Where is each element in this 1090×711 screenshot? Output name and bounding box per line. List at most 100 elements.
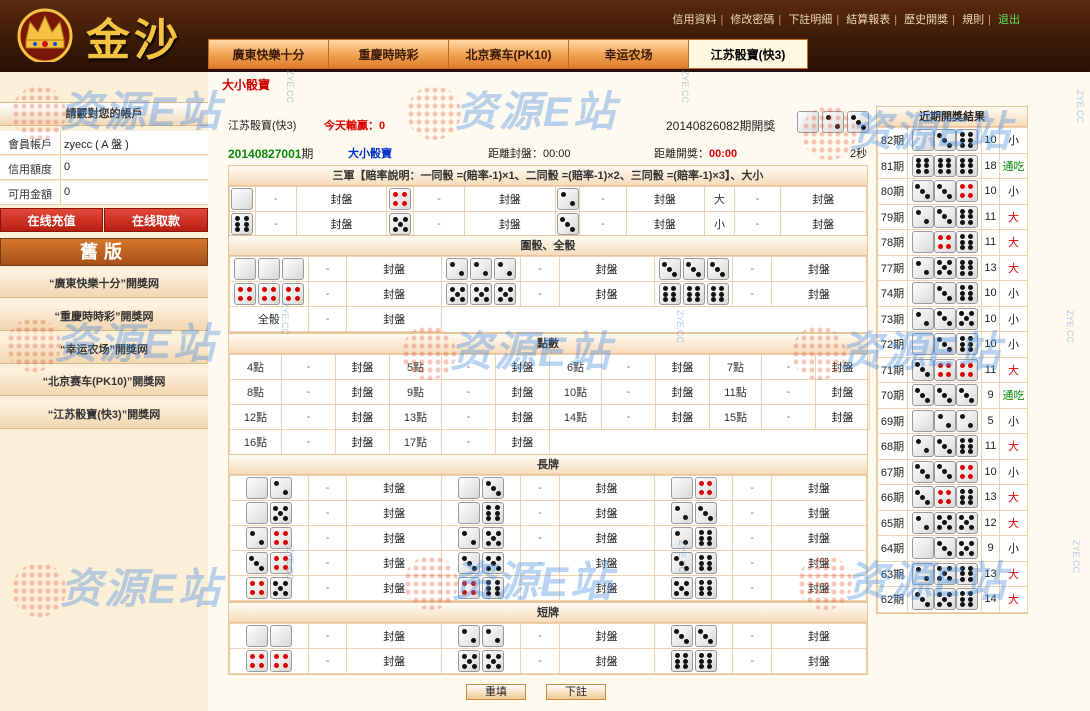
tab-cq-ssc[interactable]: 重慶時時彩 <box>328 39 449 69</box>
bet-status-closed[interactable]: 封盤 <box>779 211 868 237</box>
dice-three-icon <box>658 258 681 280</box>
bet-status-closed[interactable]: 封盤 <box>346 500 443 526</box>
sidebar-link-lucky-farm[interactable]: “幸运农场”開獎网 <box>0 336 208 364</box>
bet-status-closed[interactable]: 封盤 <box>655 379 710 405</box>
bet-status-closed[interactable]: 封盤 <box>779 186 868 212</box>
history-result: 大 <box>999 433 1028 460</box>
bet-status-closed[interactable]: 封盤 <box>655 354 710 380</box>
bet-status-closed[interactable]: 封盤 <box>335 429 390 455</box>
bet-status-closed[interactable]: 封盤 <box>295 186 388 212</box>
bet-status-closed[interactable]: 封盤 <box>770 648 868 674</box>
account-confirm-heading: 請覈對您的帳戶 <box>0 102 208 126</box>
bet-status-closed[interactable]: 封盤 <box>770 256 868 282</box>
dice-cell <box>229 211 256 237</box>
tab-js-dice[interactable]: 江苏骰寶(快3) <box>688 39 808 69</box>
bet-status-closed[interactable]: 封盤 <box>770 575 868 601</box>
submit-bet-button[interactable]: 下註 <box>546 684 606 700</box>
bet-status-closed[interactable]: 封盤 <box>558 475 655 501</box>
history-sum: 13 <box>981 484 1000 511</box>
link-bet-details[interactable]: 下註明細 <box>788 14 832 26</box>
link-rules[interactable]: 規則 <box>962 14 984 26</box>
bet-status-closed[interactable]: 封盤 <box>346 550 443 576</box>
bet-status-closed[interactable]: 封盤 <box>346 575 443 601</box>
bet-status-closed[interactable]: 封盤 <box>770 500 868 526</box>
bet-status-closed[interactable]: 封盤 <box>815 404 870 430</box>
bet-status-closed[interactable]: 封盤 <box>558 648 655 674</box>
bet-status-closed[interactable]: 封盤 <box>558 575 655 601</box>
link-settlement[interactable]: 結算報表 <box>846 14 890 26</box>
bet-status-closed[interactable]: 封盤 <box>346 306 443 332</box>
dice-three-icon <box>911 384 934 407</box>
bet-status-closed[interactable]: 封盤 <box>295 211 388 237</box>
bet-status-closed[interactable]: 封盤 <box>558 500 655 526</box>
bet-row: 8點 - 封盤 9點 - 封盤 10點 - 封盤 11點 - 封盤 <box>229 379 870 405</box>
bet-status-closed[interactable]: 封盤 <box>558 256 655 282</box>
sidebar-link-cq-ssc[interactable]: “重慶時時彩”開獎网 <box>0 303 208 331</box>
bet-status-closed[interactable]: 封盤 <box>625 186 705 212</box>
link-change-password[interactable]: 修改密碼 <box>730 14 774 26</box>
bet-status-closed[interactable]: 封盤 <box>346 525 443 551</box>
bet-status-closed[interactable]: 封盤 <box>335 379 390 405</box>
bet-status-closed[interactable]: 封盤 <box>346 623 443 649</box>
bet-status-closed[interactable]: 封盤 <box>815 379 870 405</box>
dice-one-icon <box>245 625 268 647</box>
bet-status-closed[interactable]: 封盤 <box>464 211 556 237</box>
withdraw-button[interactable]: 在线取款 <box>104 208 208 232</box>
bet-status-closed[interactable]: 封盤 <box>346 648 443 674</box>
play-mode: 大小骰寶 <box>348 148 392 160</box>
bet-status-closed[interactable]: 封盤 <box>770 525 868 551</box>
bet-status-closed[interactable]: 封盤 <box>495 354 550 380</box>
recharge-button[interactable]: 在线充值 <box>0 208 103 232</box>
history-dice <box>907 203 982 230</box>
link-history[interactable]: 歷史開獎 <box>904 14 948 26</box>
bet-status-closed[interactable]: 封盤 <box>770 550 868 576</box>
sidebar-link-bj-pk10[interactable]: “北京赛车(PK10)”開獎网 <box>0 368 208 396</box>
odds-value: - <box>307 623 348 649</box>
section-sanjun: 三軍【賠率說明：一同骰 =(賠率-1)×1、二同骰 =(賠率-1)×2、三同骰 … <box>228 165 868 238</box>
bet-status-closed[interactable]: 封盤 <box>346 281 443 307</box>
dice-three-icon <box>933 180 956 203</box>
dice-three-icon <box>556 213 579 235</box>
bet-status-closed[interactable]: 封盤 <box>495 404 550 430</box>
bet-status-closed[interactable]: 封盤 <box>558 281 655 307</box>
bet-status-closed[interactable]: 封盤 <box>495 379 550 405</box>
bet-row: 全骰 - 封盤 <box>229 306 867 332</box>
game-tabs: 廣東快樂十分 重慶時時彩 北京赛车(PK10) 幸运农场 江苏骰寶(快3) <box>208 39 808 69</box>
bet-status-closed[interactable]: 封盤 <box>770 475 868 501</box>
bet-status-closed[interactable]: 封盤 <box>346 256 443 282</box>
dice-two-icon <box>482 625 505 647</box>
dice-one-icon <box>911 231 934 254</box>
dice-six-icon <box>933 154 956 177</box>
odds-value: - <box>761 404 816 430</box>
reset-button[interactable]: 重填 <box>466 684 526 700</box>
bet-status-closed[interactable]: 封盤 <box>335 354 390 380</box>
tab-gd-happy10[interactable]: 廣東快樂十分 <box>208 39 329 69</box>
history-dice <box>907 484 982 511</box>
bet-status-closed[interactable]: 封盤 <box>495 429 550 455</box>
logout-link[interactable]: 退出 <box>998 14 1020 26</box>
link-credit-info[interactable]: 信用資料 <box>672 14 716 26</box>
bet-status-closed[interactable]: 封盤 <box>625 211 705 237</box>
bet-status-closed[interactable]: 封盤 <box>464 186 556 212</box>
bet-status-closed[interactable]: 封盤 <box>558 525 655 551</box>
history-sum: 14 <box>981 586 1000 613</box>
bet-status-closed[interactable]: 封盤 <box>558 550 655 576</box>
dice-two-icon <box>911 511 934 534</box>
bet-status-closed[interactable]: 封盤 <box>335 404 390 430</box>
odds-value: - <box>601 354 656 380</box>
bet-status-closed[interactable]: 封盤 <box>815 354 870 380</box>
bet-status-closed[interactable]: 封盤 <box>558 623 655 649</box>
sidebar-link-js-dice[interactable]: “江苏骰寶(快3)”開獎网 <box>0 401 208 429</box>
odds-value: - <box>520 256 560 282</box>
sidebar-link-gd-happy10[interactable]: “廣東快樂十分”開獎网 <box>0 270 208 298</box>
bet-status-closed[interactable]: 封盤 <box>655 404 710 430</box>
bet-status-closed[interactable]: 封盤 <box>770 281 868 307</box>
tab-bj-pk10[interactable]: 北京赛车(PK10) <box>448 39 569 69</box>
old-version-button[interactable]: 舊版 <box>0 238 208 266</box>
history-result: 小 <box>999 178 1028 205</box>
tab-lucky-farm[interactable]: 幸运农场 <box>568 39 689 69</box>
close-countdown: 距離封盤：00:00 <box>488 145 571 161</box>
bet-status-closed[interactable]: 封盤 <box>346 475 443 501</box>
bet-status-closed[interactable]: 封盤 <box>770 623 868 649</box>
odds-value: - <box>307 475 348 501</box>
